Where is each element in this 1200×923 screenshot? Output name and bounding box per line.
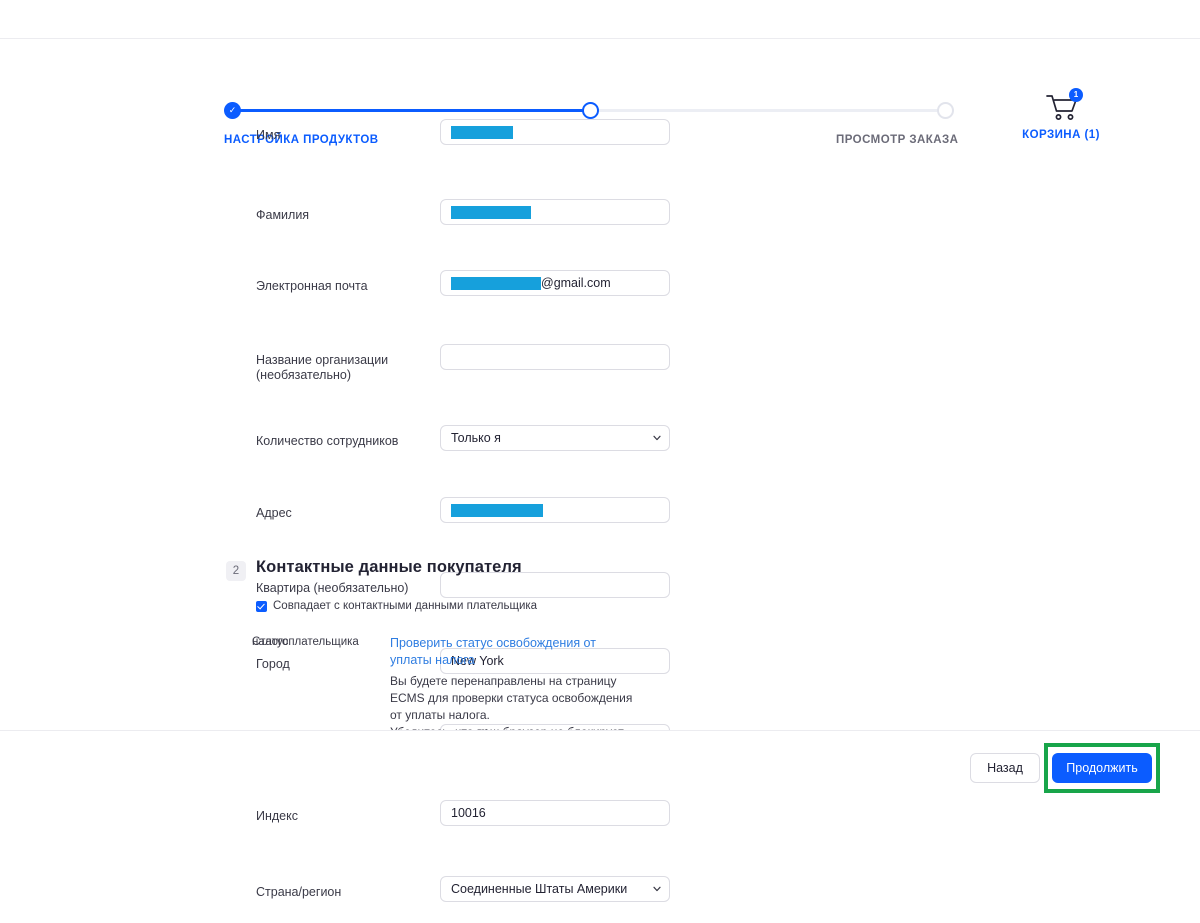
form-row-last-name: Фамилия	[0, 199, 1200, 246]
chevron-down-icon	[653, 885, 661, 893]
input-address[interactable]	[440, 497, 670, 523]
form-row-apartment: Квартира (необязательно)	[0, 572, 1200, 619]
form-row-address: Адрес	[0, 497, 1200, 544]
form-row-employee-count: Количество сотрудников Только я	[0, 425, 1200, 472]
form-row-zip: Индекс 10016	[0, 800, 1200, 847]
redacted-value	[451, 125, 513, 139]
form-row-company: Название организации (необязательно)	[0, 344, 1200, 391]
email-domain-text: @gmail.com	[541, 276, 611, 290]
input-last-name[interactable]	[440, 199, 670, 225]
redacted-value	[451, 276, 541, 290]
select-country[interactable]: Соединенные Штаты Америки	[440, 876, 670, 902]
label-employee-count: Количество сотрудников	[256, 434, 399, 448]
select-employee-count[interactable]: Только я	[440, 425, 670, 451]
redacted-value	[451, 205, 531, 219]
input-zip-value: 10016	[451, 806, 486, 820]
section-title: Контактные данные покупателя	[256, 558, 522, 576]
select-country-value: Соединенные Штаты Америки	[451, 882, 628, 896]
redacted-value	[451, 503, 543, 517]
billing-form: Имя Фамилия Электронная почта @gmail.com…	[0, 110, 1200, 902]
section-number-badge: 2	[226, 561, 246, 581]
back-button[interactable]: Назад	[970, 753, 1040, 783]
label-last-name: Фамилия	[256, 208, 310, 222]
label-first-name: Имя	[256, 128, 281, 142]
label-apartment: Квартира (необязательно)	[256, 581, 409, 595]
checkout-stepper: ✓ НАСТРОЙКА ПРОДУКТОВ ОПЛАТА ПРОСМОТР ЗА…	[0, 39, 1200, 146]
cart-item-count-badge: 1	[1069, 88, 1083, 102]
label-tax-status-part-2: Статус	[252, 636, 289, 648]
input-company[interactable]	[440, 344, 670, 370]
top-header-bar	[0, 0, 1200, 39]
checkbox-same-as-billing[interactable]	[256, 600, 267, 612]
continue-button[interactable]: Продолжить	[1052, 753, 1152, 783]
form-row-country: Страна/регион Соединенные Штаты Америки	[0, 876, 1200, 923]
select-employee-count-value: Только я	[451, 431, 501, 445]
label-company: Название организации (необязательно)	[256, 353, 389, 382]
label-tax-status-overlapping: налогоплательщика Статус	[252, 636, 392, 652]
label-country: Страна/регион	[256, 885, 342, 899]
chevron-down-icon	[653, 434, 661, 442]
label-zip: Индекс	[256, 809, 298, 823]
checkbox-label: Совпадает с контактными данными плательщ…	[273, 600, 538, 612]
input-first-name[interactable]	[440, 119, 670, 145]
same-as-billing-row[interactable]: Совпадает с контактными данными плательщ…	[256, 600, 537, 612]
label-email: Электронная почта	[256, 279, 368, 293]
input-zip[interactable]: 10016	[440, 800, 670, 826]
form-row-email: Электронная почта @gmail.com	[0, 270, 1200, 317]
label-address: Адрес	[256, 506, 292, 520]
input-email[interactable]: @gmail.com	[440, 270, 670, 296]
footer-bar: Назад Продолжить	[0, 730, 1200, 798]
link-check-tax-exempt-status[interactable]: Проверить статус освобождения от уплаты …	[390, 635, 630, 669]
form-row-first-name: Имя	[0, 119, 1200, 166]
